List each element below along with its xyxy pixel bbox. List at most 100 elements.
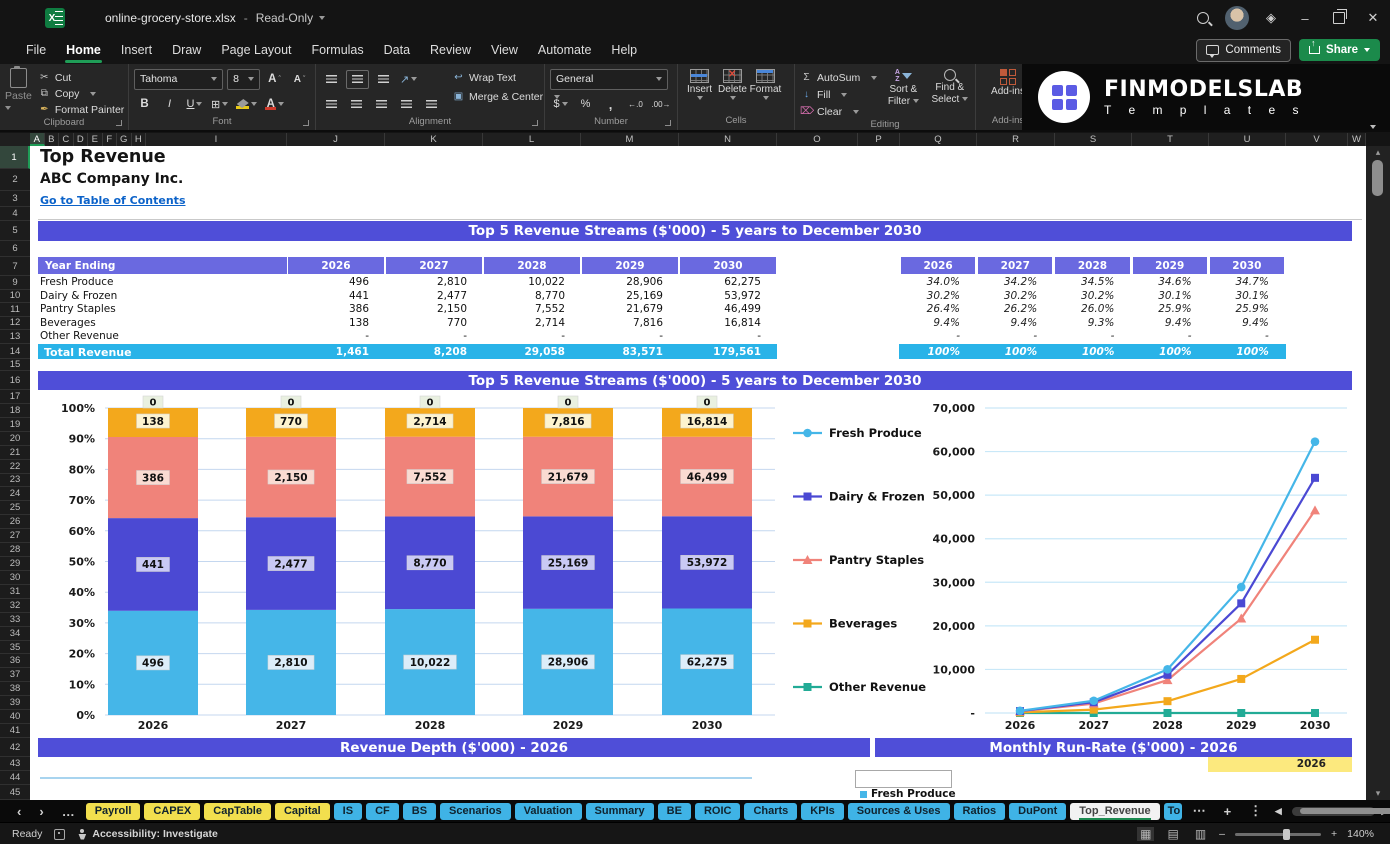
row-header-13[interactable]: 13 — [0, 330, 30, 344]
revenue-charts[interactable]: 0% 10% 20% 30% 40% 50% 60% 70% 80% 90% 100% 496 441 3… — [30, 386, 1366, 738]
menu-item-formulas[interactable]: Formulas — [302, 36, 374, 64]
decrease-indent-button[interactable] — [396, 96, 417, 113]
menu-item-home[interactable]: Home — [56, 36, 111, 64]
autosum-button[interactable]: Σ AutoSum — [800, 70, 878, 85]
pct-cell[interactable]: - — [1209, 330, 1269, 342]
tabs-more-icon[interactable]: … — [55, 804, 82, 819]
sort-filter-button[interactable]: AZ Sort & Filter — [883, 68, 923, 119]
pct-cell[interactable]: 25.9% — [1209, 303, 1268, 315]
row-header-26[interactable]: 26 — [0, 515, 30, 530]
increase-indent-button[interactable] — [421, 96, 442, 113]
runrate-year-cell[interactable]: 2026 — [1208, 757, 1352, 772]
close-button[interactable]: ✕ — [1356, 0, 1390, 36]
row-header-25[interactable]: 25 — [0, 501, 30, 516]
account-avatar[interactable] — [1220, 0, 1254, 36]
horizontal-scrollbar[interactable] — [1291, 806, 1390, 816]
row-header-40[interactable]: 40 — [0, 710, 30, 725]
pct-cell[interactable]: 26.4% — [900, 303, 960, 315]
menu-item-file[interactable]: File — [16, 36, 56, 64]
row-header-14[interactable]: 14 — [0, 344, 30, 359]
menu-item-automate[interactable]: Automate — [528, 36, 602, 64]
horizontal-scroll-thumb[interactable] — [1299, 808, 1390, 814]
align-left-button[interactable] — [321, 96, 342, 113]
pct-cell[interactable]: 9.3% — [1054, 317, 1115, 329]
pct-year-header-2029[interactable]: 2029 — [1132, 257, 1207, 274]
search-button[interactable] — [1186, 0, 1220, 36]
zoom-slider[interactable] — [1235, 828, 1321, 840]
year-header-2027[interactable]: 2027 — [386, 257, 482, 274]
zoom-in-button[interactable]: + — [1331, 828, 1337, 840]
value-cell[interactable]: 25,169 — [581, 290, 663, 302]
column-header-I[interactable]: I — [146, 133, 287, 146]
paste-button[interactable]: Paste — [5, 66, 32, 114]
comma-style-button[interactable]: , — [600, 96, 621, 113]
read-only-chevron-icon[interactable] — [319, 16, 326, 20]
row-header-41[interactable]: 41 — [0, 724, 30, 738]
row-header-44[interactable]: 44 — [0, 771, 30, 785]
row-header-35[interactable]: 35 — [0, 641, 30, 655]
zoom-out-button[interactable]: – — [1219, 828, 1225, 840]
accessibility-status[interactable]: Accessibility: Investigate — [77, 828, 218, 840]
sheet-tab-bs[interactable]: BS — [402, 802, 437, 820]
row-header-33[interactable]: 33 — [0, 613, 30, 627]
column-header-D[interactable]: D — [74, 133, 88, 146]
column-header-C[interactable]: C — [59, 133, 74, 146]
total-pct-cell[interactable]: 100% — [1209, 346, 1268, 358]
row-header-39[interactable]: 39 — [0, 696, 30, 711]
sheet-tab-cf[interactable]: CF — [366, 802, 399, 820]
row-header-42[interactable]: 42 — [0, 738, 30, 757]
menu-item-help[interactable]: Help — [601, 36, 647, 64]
row-header-11[interactable]: 11 — [0, 303, 30, 317]
row-header-6[interactable]: 6 — [0, 241, 30, 257]
total-value-cell[interactable]: 8,208 — [385, 346, 467, 358]
total-pct-cell[interactable]: 100% — [1054, 346, 1114, 358]
column-header-B[interactable]: B — [45, 133, 59, 146]
menu-item-review[interactable]: Review — [420, 36, 481, 64]
row-header-22[interactable]: 22 — [0, 460, 30, 474]
hscroll-left-icon[interactable]: ◂ — [1273, 803, 1284, 819]
align-middle-button[interactable] — [346, 69, 369, 89]
sheet-tab-to[interactable]: To — [1163, 802, 1182, 820]
total-value-cell[interactable]: 29,058 — [483, 346, 565, 358]
value-cell[interactable]: 62,275 — [679, 276, 761, 288]
comments-button[interactable]: Comments — [1196, 38, 1292, 62]
clear-button[interactable]: ⌦ Clear — [800, 104, 877, 119]
pct-year-header-2028[interactable]: 2028 — [1055, 257, 1130, 274]
orientation-button[interactable]: ↗ — [398, 71, 419, 88]
find-select-button[interactable]: Find & Select — [930, 68, 970, 119]
row-header-7[interactable]: 7 — [0, 257, 30, 276]
pct-year-header-2030[interactable]: 2030 — [1209, 257, 1284, 274]
sheet-tab-roic[interactable]: ROIC — [694, 802, 741, 820]
delete-cells-button[interactable]: Delete — [716, 68, 749, 113]
percent-style-button[interactable]: % — [575, 96, 596, 113]
align-right-button[interactable] — [371, 96, 392, 113]
column-header-K[interactable]: K — [385, 133, 483, 146]
pct-cell[interactable]: 30.2% — [1054, 290, 1114, 302]
decrease-decimal-button[interactable]: .00→ — [650, 96, 672, 113]
pct-year-header-2026[interactable]: 2026 — [901, 257, 976, 274]
pct-cell[interactable]: - — [1054, 330, 1115, 342]
total-value-cell[interactable]: 1,461 — [287, 346, 369, 358]
read-only-badge[interactable]: Read-Only — [256, 11, 313, 25]
pct-cell[interactable]: - — [900, 330, 960, 342]
value-cell[interactable]: 8,770 — [483, 290, 565, 302]
sheet-tab-charts[interactable]: Charts — [744, 802, 798, 820]
menu-item-view[interactable]: View — [481, 36, 528, 64]
pct-cell[interactable]: 30.1% — [1209, 290, 1268, 302]
restore-button[interactable] — [1322, 0, 1356, 36]
column-header-G[interactable]: G — [117, 133, 132, 146]
align-bottom-button[interactable] — [373, 71, 394, 88]
column-header-V[interactable]: V — [1286, 133, 1348, 146]
value-cell[interactable]: - — [385, 330, 467, 342]
row-header-17[interactable]: 17 — [0, 390, 30, 404]
sheet-tab-captable[interactable]: CapTable — [204, 802, 271, 820]
menu-item-page-layout[interactable]: Page Layout — [211, 36, 301, 64]
row-header-2[interactable]: 2 — [0, 169, 30, 191]
value-cell[interactable]: 2,810 — [385, 276, 467, 288]
row-label-pantry-staples[interactable]: Pantry Staples — [40, 303, 116, 315]
page-break-view-button[interactable]: ▥ — [1192, 827, 1209, 841]
share-button[interactable]: Share — [1299, 38, 1380, 61]
value-cell[interactable]: 2,477 — [385, 290, 467, 302]
pct-cell[interactable]: 9.4% — [1132, 317, 1192, 329]
pct-cell[interactable]: 34.6% — [1132, 276, 1191, 288]
